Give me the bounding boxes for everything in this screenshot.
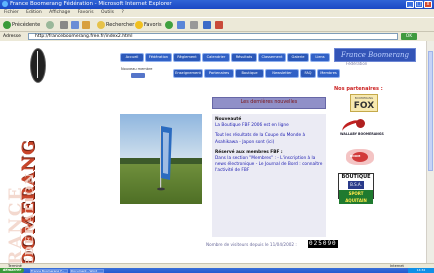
scrollbar-thumb[interactable] bbox=[428, 51, 433, 171]
nav-liens[interactable]: Liens bbox=[310, 53, 330, 62]
partner-wallaby[interactable]: WALLABY BOOMERANGS bbox=[336, 117, 384, 141]
news-item-2: Tout les résultats de la Coupe du Monde … bbox=[215, 133, 323, 145]
nav-enseignement[interactable]: Enseignement bbox=[173, 69, 203, 78]
new-member-label: Nouveau membre bbox=[121, 67, 153, 71]
menu-edit[interactable]: Edition bbox=[26, 10, 42, 15]
site-brand-logo[interactable]: France Boomerang bbox=[334, 48, 416, 62]
menu-view[interactable]: Affichage bbox=[49, 10, 70, 15]
edit-button[interactable] bbox=[203, 20, 212, 30]
search-icon bbox=[97, 20, 105, 29]
news-item-1: Nouveauté La Boutique FBF 2006 est en li… bbox=[215, 117, 323, 129]
partner-bsa-bot: SPORT AQUITAIN bbox=[339, 190, 373, 204]
nav-partenaires[interactable]: Partenaires bbox=[204, 69, 234, 78]
refresh-icon bbox=[71, 20, 79, 29]
maximize-button[interactable]: □ bbox=[415, 1, 423, 8]
refresh-button[interactable] bbox=[71, 20, 80, 30]
print-button[interactable] bbox=[190, 20, 199, 30]
mail-icon bbox=[177, 20, 185, 29]
history-icon bbox=[165, 20, 173, 29]
field-photo-image bbox=[120, 114, 202, 204]
window-titlebar: France Boomerang Fédération - Microsoft … bbox=[0, 0, 434, 9]
nav-classement[interactable]: Classement bbox=[258, 53, 286, 62]
history-button[interactable] bbox=[165, 20, 174, 30]
vertical-scrollbar[interactable] bbox=[426, 41, 434, 263]
star-icon bbox=[135, 20, 143, 29]
photo-field-flag bbox=[120, 114, 202, 204]
taskbar-item-word[interactable]: Document - Word bbox=[70, 268, 104, 273]
nav-resultats[interactable]: Résultats bbox=[231, 53, 257, 62]
nav-galerie[interactable]: Galerie bbox=[287, 53, 309, 62]
partner-bsa-top: BOUTIQUE bbox=[341, 174, 371, 180]
nav-reglement[interactable]: Règlement bbox=[173, 53, 201, 62]
start-button[interactable]: démarrer bbox=[0, 268, 24, 273]
news-panel: Nouveauté La Boutique FBF 2006 est en li… bbox=[212, 114, 326, 237]
news-item-3: Réservé aux membres FBF : Dans la sectio… bbox=[215, 150, 323, 175]
nav-federation[interactable]: Fédération bbox=[145, 53, 172, 62]
partner-wallaby-text: WALLABY BOOMERANGS bbox=[340, 132, 384, 136]
site-brand-subtitle: Fédération bbox=[346, 61, 368, 66]
forward-button[interactable] bbox=[46, 20, 55, 30]
messenger-button[interactable] bbox=[215, 20, 224, 30]
close-button[interactable]: x bbox=[424, 1, 432, 8]
nav-newsletter[interactable]: Newsletter bbox=[265, 69, 299, 78]
wallaby-ball-icon bbox=[356, 119, 365, 128]
taskbar-item-ie[interactable]: France Boomerang F... bbox=[30, 268, 68, 273]
partner-bsa[interactable]: BOUTIQUE B.S.A. SPORT AQUITAIN bbox=[338, 173, 374, 204]
back-arrow-icon bbox=[3, 20, 11, 29]
partner-bsa-mid: B.S.A. bbox=[348, 181, 364, 189]
printer-icon bbox=[190, 20, 198, 29]
address-label: Adresse bbox=[3, 34, 21, 39]
news-header: Les dernières nouvelles bbox=[212, 97, 326, 109]
forward-arrow-icon bbox=[46, 20, 54, 29]
nav-boutique[interactable]: Boutique bbox=[235, 69, 264, 78]
visitor-counter: 025090 bbox=[308, 240, 338, 248]
boomerang-logo-icon bbox=[30, 48, 46, 83]
search-label: Rechercher bbox=[106, 22, 135, 28]
nav-faq[interactable]: FAQ bbox=[300, 69, 316, 78]
home-button[interactable] bbox=[82, 20, 91, 30]
menu-tools[interactable]: Outils bbox=[101, 10, 114, 15]
menu-file[interactable]: Fichier bbox=[4, 10, 19, 15]
vertical-title-federation: FEDERATION bbox=[23, 171, 36, 263]
news-item-1-text: La Boutique FBF 2006 est en ligne bbox=[215, 123, 289, 129]
partner-boom-shop[interactable]: BOOM bbox=[346, 149, 374, 165]
web-page: FRANCE BOOMERANG FEDERATION Accueil Fédé… bbox=[0, 41, 426, 263]
stop-button[interactable] bbox=[60, 20, 69, 30]
stop-icon bbox=[60, 20, 68, 29]
favorites-label: Favoris bbox=[144, 22, 162, 28]
minimize-button[interactable]: _ bbox=[406, 1, 414, 8]
browser-toolbar: Précédente Rechercher Favoris bbox=[0, 17, 434, 31]
back-label: Précédente bbox=[12, 22, 41, 28]
address-input[interactable]: http://franceboomerang.free.fr/index2.ht… bbox=[28, 33, 398, 40]
messenger-icon bbox=[215, 20, 223, 29]
search-button[interactable]: Rechercher bbox=[97, 20, 134, 30]
ie-logo-icon bbox=[2, 1, 8, 7]
go-button[interactable]: OK bbox=[401, 33, 417, 40]
menu-favorites[interactable]: Favoris bbox=[78, 10, 94, 15]
partners-title: Nos partenaires : bbox=[334, 86, 383, 92]
menu-bar: Fichier Edition Affichage Favoris Outils… bbox=[0, 9, 434, 17]
news-item-3-text: Dans la section "Membres" : - L'inscript… bbox=[215, 156, 323, 174]
nav-membres[interactable]: Membres bbox=[317, 69, 340, 78]
back-button[interactable]: Précédente bbox=[3, 20, 40, 30]
taskbar: démarrer France Boomerang F... Document … bbox=[0, 268, 434, 273]
system-tray-clock: 14:32 bbox=[408, 268, 434, 273]
partner-boomerang-fox[interactable]: BOOMERANG FOX bbox=[350, 94, 378, 112]
partner-fox-main: FOX bbox=[353, 101, 375, 111]
mail-button[interactable] bbox=[177, 20, 186, 30]
news-item-2-text[interactable]: Tout les résultats de la Coupe du Monde … bbox=[215, 133, 305, 144]
new-member-button[interactable] bbox=[131, 73, 145, 78]
partner-boom-text: BOOM bbox=[350, 154, 361, 158]
window-title: France Boomerang Fédération - Microsoft … bbox=[10, 1, 172, 7]
address-bar: Adresse http://franceboomerang.free.fr/i… bbox=[0, 31, 434, 41]
nav-accueil[interactable]: Accueil bbox=[120, 53, 144, 62]
edit-icon bbox=[203, 20, 211, 29]
home-icon bbox=[82, 20, 90, 29]
nav-calendrier[interactable]: Calendrier bbox=[202, 53, 230, 62]
favorites-button[interactable]: Favoris bbox=[135, 20, 162, 30]
menu-help[interactable]: ? bbox=[121, 10, 123, 15]
visitors-label: Nombre de visiteurs depuis le 11/04/2002… bbox=[206, 242, 297, 247]
